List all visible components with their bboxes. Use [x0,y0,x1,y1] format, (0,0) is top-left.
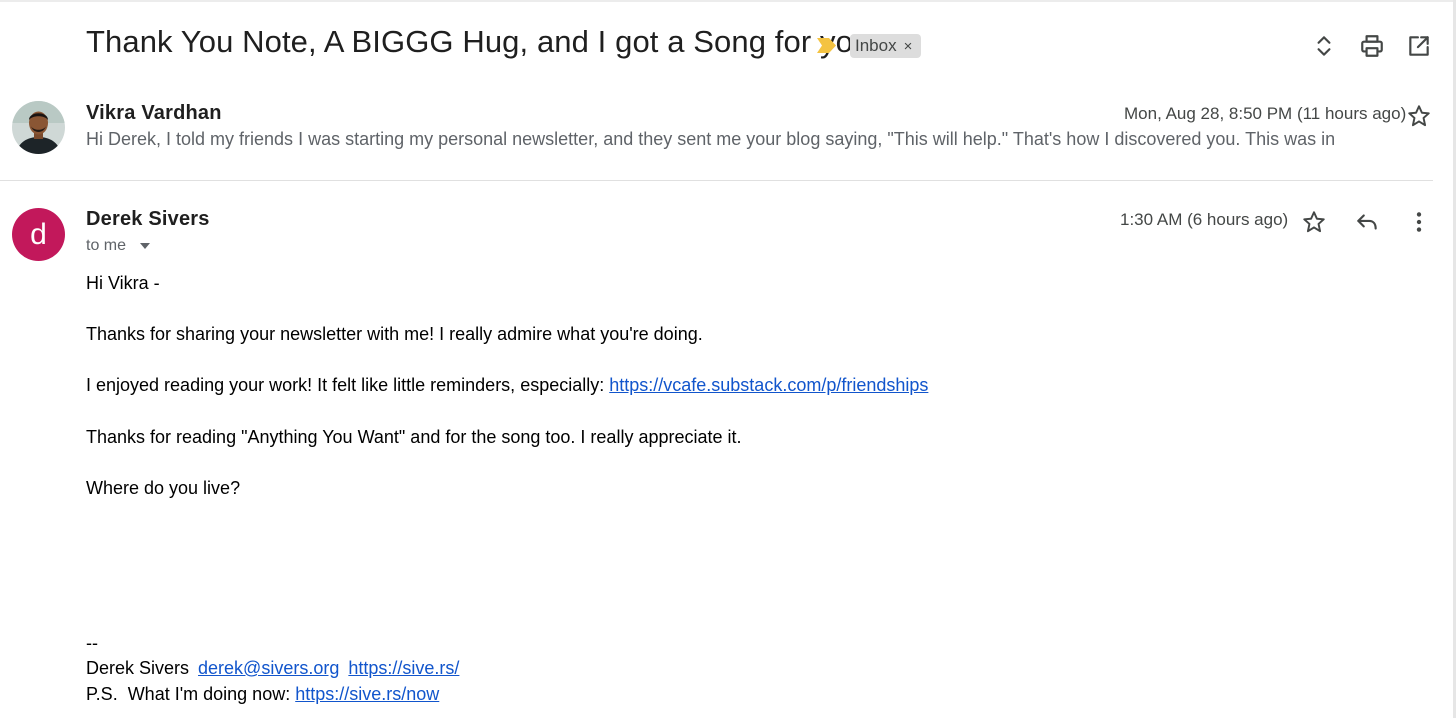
chevron-down-icon [140,243,151,249]
friendships-link[interactable]: https://vcafe.substack.com/p/friendships [609,375,928,395]
signature-ps-line: P.S. What I'm doing now: https://sive.rs… [86,684,439,705]
more-vert-icon [1416,212,1422,232]
message-divider [0,180,1433,181]
body-greeting: Hi Vikra - [86,273,160,293]
star-button[interactable] [1299,207,1329,237]
avatar[interactable] [12,101,65,154]
expand-all-button[interactable] [1309,31,1339,61]
print-icon [1361,35,1383,57]
sender-name[interactable]: Vikra Vardhan [86,102,222,125]
body-paragraph: I enjoyed reading your work! It felt lik… [86,375,928,396]
recipient-details-toggle[interactable]: to me [86,237,151,255]
star-button[interactable] [1404,101,1434,131]
signature-separator: -- [86,633,98,653]
signature-ps-text: P.S. What I'm doing now: [86,684,296,704]
signature-line: Derek Sivers derek@sivers.org https://sive… [86,658,459,679]
message-date: Mon, Aug 28, 8:50 PM (11 hours ago) [1124,104,1407,123]
body-paragraph: Thanks for reading "Anything You Want" a… [86,427,742,447]
reply-icon [1357,214,1377,230]
body-paragraph: Where do you live? [86,478,241,498]
importance-marker-icon[interactable] [817,38,837,53]
recipient-label: to me [86,237,127,254]
body-paragraph-text: I enjoyed reading your work! It felt lik… [86,375,610,395]
message-date: 1:30 AM (6 hours ago) [1120,210,1289,229]
signature-name: Derek Sivers [86,658,190,678]
signature-email-link[interactable]: derek@sivers.org [198,658,339,678]
star-icon [1408,105,1430,127]
inbox-label-text: Inbox [855,36,897,55]
star-icon [1303,211,1325,233]
signature-now-link[interactable]: https://sive.rs/now [295,684,439,704]
sender-name[interactable]: Derek Sivers [86,208,210,231]
expand-all-icon [1317,36,1331,56]
inbox-label-chip: Inbox × [850,34,922,58]
body-paragraph: Thanks for sharing your newsletter with … [86,324,703,344]
more-options-button[interactable] [1404,207,1434,237]
top-border [0,0,1456,2]
thread-subject: Thank You Note, A BIGGG Hug, and I got a… [86,24,871,59]
open-in-new-window-button[interactable] [1404,31,1434,61]
print-all-button[interactable] [1357,31,1387,61]
signature-website-link[interactable]: https://sive.rs/ [348,658,459,678]
reply-button[interactable] [1352,207,1382,237]
avatar[interactable]: d [12,208,65,261]
message-snippet[interactable]: Hi Derek, I told my friends I was starti… [86,129,1335,150]
remove-label-icon[interactable]: × [904,39,913,54]
open-in-new-window-icon [1409,36,1429,56]
